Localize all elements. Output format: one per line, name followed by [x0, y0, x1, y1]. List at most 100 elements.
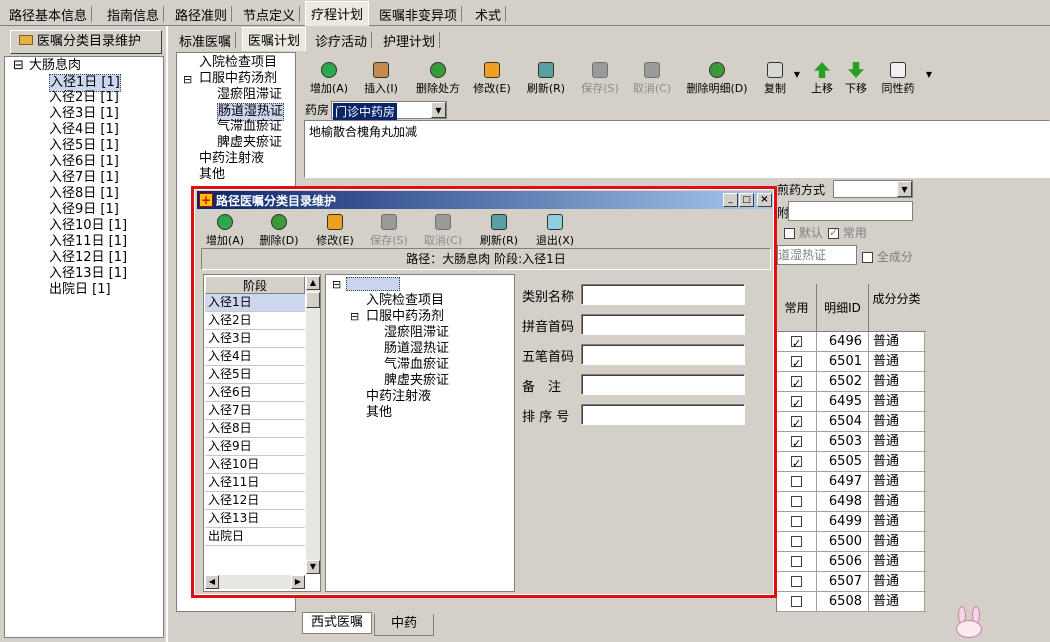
checkbox-icon[interactable]	[791, 334, 802, 354]
tree-item-stage[interactable]: 入径7日 [1]	[49, 170, 119, 186]
tab-western-order[interactable]: 西式医嘱	[302, 612, 372, 634]
tree-item-stage[interactable]: 入径11日 [1]	[49, 234, 127, 250]
tree-item-stage[interactable]: 入径6日 [1]	[49, 154, 119, 170]
checkbox-icon[interactable]	[791, 516, 802, 527]
edit-button[interactable]: 修改(E)	[470, 62, 514, 96]
pinyin-input[interactable]	[581, 314, 745, 335]
dialog-tree-item[interactable]: 肠道湿热证	[384, 341, 449, 357]
full-component-checkbox[interactable]: 全成分	[862, 248, 913, 265]
table-row[interactable]: 6504普通	[777, 412, 926, 434]
stage-list-item[interactable]: 入径7日	[205, 402, 305, 420]
order-category-maintain-button[interactable]: 医嘱分类目录维护	[10, 30, 162, 54]
dialog-exit-button[interactable]: 退出(X)	[533, 214, 577, 248]
vertical-scrollbar[interactable]: ▲ ▼	[306, 276, 320, 574]
dialog-tree-item[interactable]: 其他	[366, 405, 392, 421]
common-checkbox[interactable]	[777, 572, 817, 592]
dialog-tree-item[interactable]: 中药注射液	[366, 389, 431, 405]
common-checkbox[interactable]	[777, 532, 817, 552]
tree-root[interactable]: 大肠息肉	[29, 58, 81, 74]
decoct-method-select[interactable]: ▼	[833, 180, 913, 198]
table-row[interactable]: 6499 普通	[777, 512, 926, 532]
copy-button[interactable]: 复制	[760, 62, 790, 96]
pharmacy-select[interactable]: 门诊中药房 ▼	[331, 101, 447, 120]
move-down-button[interactable]: 下移	[842, 62, 870, 96]
dialog-tree-item[interactable]: 湿瘀阻滞证	[384, 325, 449, 341]
category-tree-item[interactable]: 其他	[199, 167, 225, 183]
dialog-cancel-button[interactable]: 取消(C)	[421, 214, 465, 248]
similar-dropdown-icon[interactable]: ▼	[924, 70, 934, 79]
category-tree-item[interactable]: 入院检查项目	[199, 55, 277, 71]
tree-item-stage[interactable]: 入径2日 [1]	[49, 90, 119, 106]
scroll-up-icon[interactable]: ▲	[306, 276, 320, 290]
tab-treatment-plan[interactable]: 疗程计划	[305, 1, 370, 26]
move-up-button[interactable]: 上移	[808, 62, 836, 96]
tree-item-stage[interactable]: 入径12日 [1]	[49, 250, 127, 266]
common-checkbox[interactable]	[777, 472, 817, 492]
common-checkbox[interactable]	[777, 552, 817, 572]
delete-prescription-button[interactable]: 删除处方	[412, 62, 464, 96]
tree-item-stage[interactable]: 出院日 [1]	[49, 282, 111, 298]
tree-toggle-icon[interactable]: ⊟	[350, 309, 359, 325]
category-tree-item[interactable]: 湿瘀阻滞证	[217, 87, 282, 103]
dialog-tree-item[interactable]: 脾虚夹瘀证	[384, 373, 449, 389]
syndrome-field[interactable]: 道湿热证	[777, 245, 857, 265]
stage-list-item[interactable]: 入径4日	[205, 348, 305, 366]
tree-toggle-icon[interactable]: ⊟	[183, 72, 192, 88]
scroll-thumb[interactable]	[306, 292, 320, 308]
checkbox-icon[interactable]	[791, 576, 802, 587]
dialog-tree-item[interactable]: 入院检查项目	[366, 293, 444, 309]
close-icon[interactable]: ×	[757, 193, 772, 207]
scroll-right-icon[interactable]: ▶	[291, 575, 305, 589]
tab-clinical-activity[interactable]: 诊疗活动	[310, 29, 373, 51]
table-row[interactable]: 6500 普通	[777, 532, 926, 552]
stage-list-item[interactable]: 入径1日	[205, 294, 305, 312]
stage-list-item[interactable]: 入径12日	[205, 492, 305, 510]
tree-item-stage[interactable]: 入径3日 [1]	[49, 106, 119, 122]
stage-list-item[interactable]: 入径11日	[205, 474, 305, 492]
checkbox-icon[interactable]	[791, 596, 802, 607]
scroll-down-icon[interactable]: ▼	[306, 560, 320, 574]
save-button[interactable]: 保存(S)	[578, 62, 622, 96]
table-row[interactable]: 6495普通	[777, 392, 926, 414]
chevron-down-icon[interactable]: ▼	[897, 181, 912, 197]
checkbox-icon[interactable]	[791, 374, 802, 394]
table-row[interactable]: 6503普通	[777, 432, 926, 454]
common-checkbox[interactable]	[777, 332, 817, 354]
category-tree-item[interactable]: 口服中药汤剂	[199, 71, 277, 87]
chevron-down-icon[interactable]: ▼	[431, 102, 446, 118]
stage-list-item[interactable]: 入径3日	[205, 330, 305, 348]
common-checkbox[interactable]	[777, 432, 817, 454]
cancel-button[interactable]: 取消(C)	[630, 62, 674, 96]
sort-order-input[interactable]	[581, 404, 745, 425]
tree-item-stage[interactable]: 入径8日 [1]	[49, 186, 119, 202]
checkbox-icon[interactable]	[791, 496, 802, 507]
common-checkbox[interactable]	[777, 592, 817, 612]
tree-item-stage[interactable]: 入径4日 [1]	[49, 122, 119, 138]
checkbox-icon[interactable]	[791, 394, 802, 414]
category-tree-item[interactable]: 脾虚夹瘀证	[217, 135, 282, 151]
category-tree-item[interactable]: 中药注射液	[199, 151, 264, 167]
maximize-icon[interactable]: □	[739, 193, 754, 207]
checkbox-icon[interactable]	[791, 476, 802, 487]
checkbox-icon[interactable]	[791, 414, 802, 434]
copy-dropdown-icon[interactable]: ▼	[792, 70, 802, 79]
stage-header[interactable]: 阶段	[205, 276, 305, 294]
scroll-left-icon[interactable]: ◀	[205, 575, 219, 589]
table-row[interactable]: 6502普通	[777, 372, 926, 394]
checkbox-icon[interactable]	[791, 556, 802, 567]
refresh-button[interactable]: 刷新(R)	[524, 62, 568, 96]
dialog-tree-item[interactable]: 口服中药汤剂	[366, 309, 444, 325]
stage-list-item[interactable]: 入径5日	[205, 366, 305, 384]
tree-item-stage[interactable]: 入径9日 [1]	[49, 202, 119, 218]
category-tree-item[interactable]: 气滞血瘀证	[217, 119, 282, 135]
tree-item-stage[interactable]: 入径13日 [1]	[49, 266, 127, 282]
default-checkbox[interactable]: 默认	[784, 224, 823, 241]
common-checkbox[interactable]: 常用	[828, 224, 867, 241]
dialog-add-button[interactable]: 增加(A)	[203, 214, 247, 248]
category-name-input[interactable]	[581, 284, 745, 305]
wubi-input[interactable]	[581, 344, 745, 365]
common-checkbox[interactable]	[777, 372, 817, 394]
dialog-titlebar[interactable]: + 路径医嘱分类目录维护 _ □ ×	[197, 191, 773, 209]
stage-list-item[interactable]: 入径2日	[205, 312, 305, 330]
tab-order-nonvariant[interactable]: 医嘱非变异项	[374, 3, 463, 25]
